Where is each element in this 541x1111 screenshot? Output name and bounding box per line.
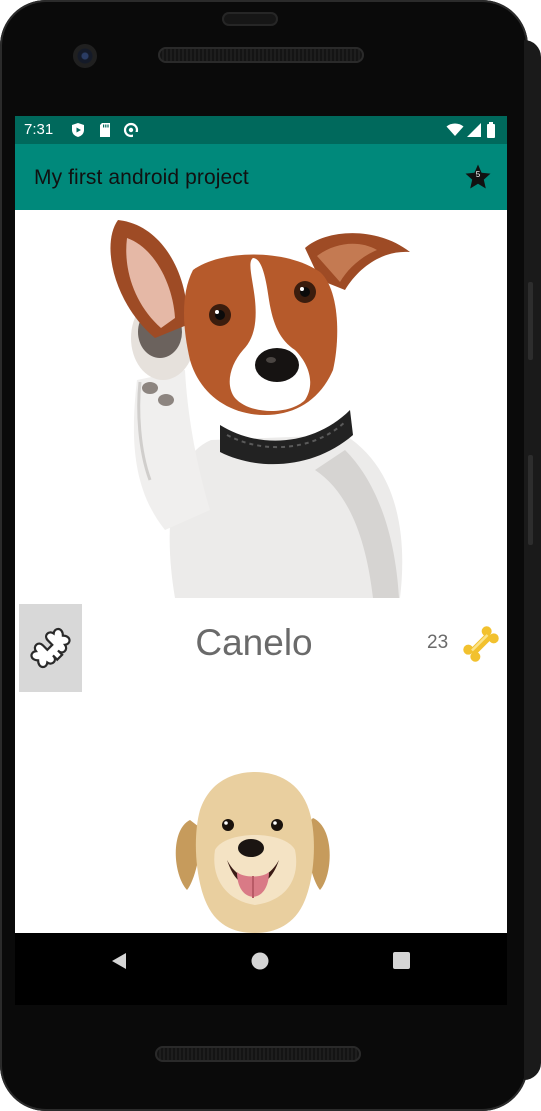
status-bar: 7:31 xyxy=(15,116,507,144)
volume-button xyxy=(528,455,533,545)
earpiece-speaker xyxy=(158,47,364,63)
data-saver-icon xyxy=(123,122,139,138)
recents-icon xyxy=(393,952,410,969)
play-protect-icon xyxy=(72,123,84,137)
dog-name: Canelo xyxy=(195,622,313,663)
device-screen: 7:31 My first android project 5 Canelo 2… xyxy=(15,116,507,1005)
sd-card-icon xyxy=(100,123,110,137)
top-sensor xyxy=(222,12,278,26)
star-badge-count: 5 xyxy=(475,170,481,179)
home-icon xyxy=(251,952,269,970)
back-icon xyxy=(112,953,126,969)
star-action-button[interactable]: 5 xyxy=(463,162,493,192)
app-title: My first android project xyxy=(34,166,249,189)
nav-recents-button[interactable] xyxy=(372,933,432,1005)
dog-list[interactable]: Canelo 23 xyxy=(15,210,507,933)
bottom-speaker xyxy=(155,1046,361,1062)
power-button xyxy=(528,282,533,360)
phone-side-edge xyxy=(524,40,541,1080)
phone-frame: 7:31 My first android project 5 Canelo 2… xyxy=(0,0,528,1111)
signal-icon xyxy=(467,123,481,137)
battery-icon xyxy=(487,122,495,138)
system-nav-bar xyxy=(15,933,507,1005)
front-camera xyxy=(73,44,97,68)
wifi-icon xyxy=(446,123,464,136)
app-bar: My first android project 5 xyxy=(15,144,507,210)
dog-photo-puppy xyxy=(15,700,507,933)
nav-home-button[interactable] xyxy=(230,933,290,1005)
gold-bone-icon xyxy=(463,626,499,662)
dog-card-row: Canelo 23 xyxy=(15,598,507,701)
nav-back-button[interactable] xyxy=(88,933,148,1005)
status-time: 7:31 xyxy=(24,121,54,138)
dog-photo-canelo xyxy=(15,210,507,598)
bone-count: 23 xyxy=(427,632,449,653)
